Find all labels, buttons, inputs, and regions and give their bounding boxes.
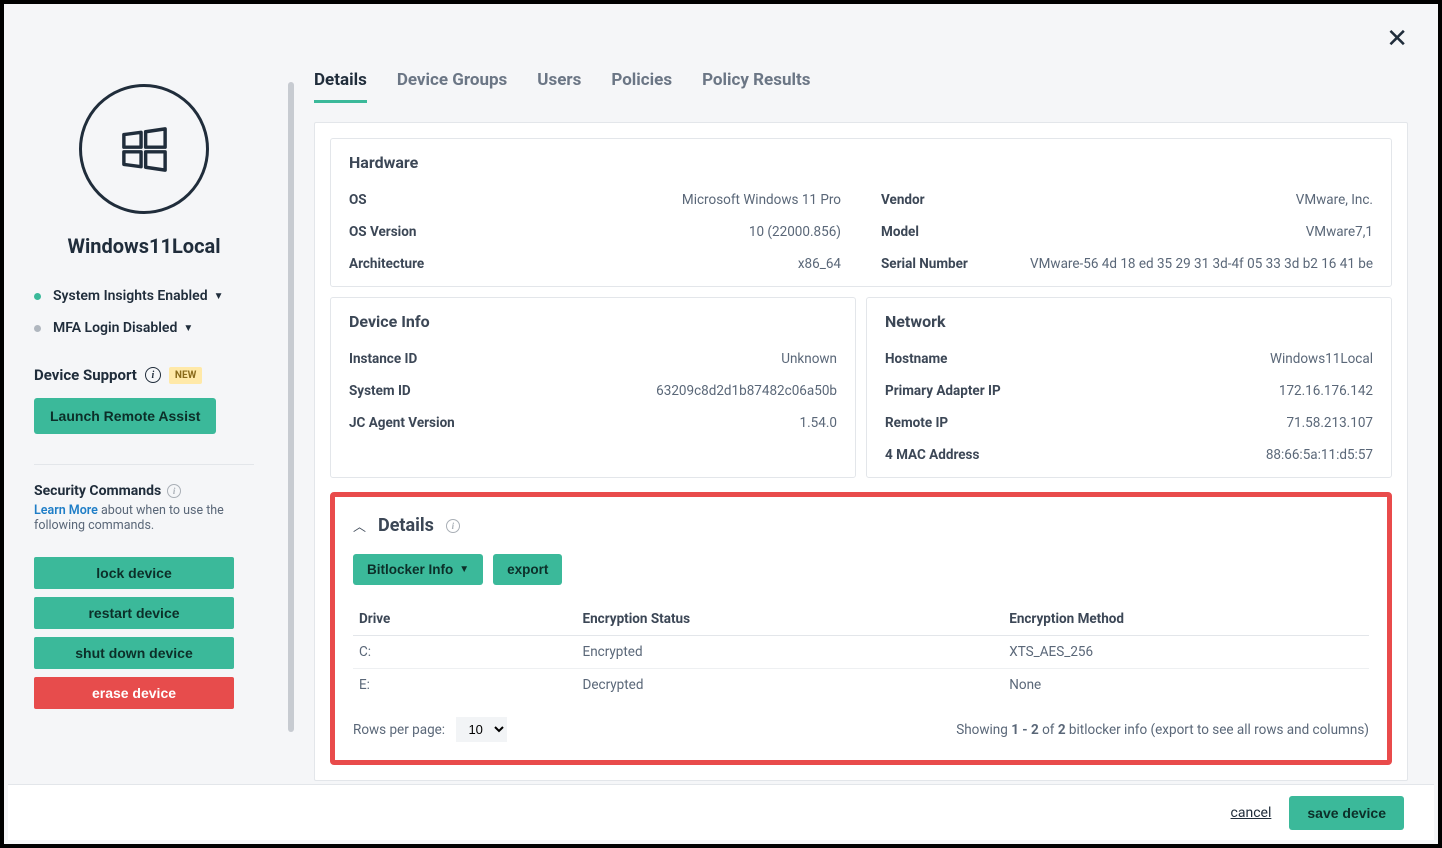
- restart-device-button[interactable]: restart device: [34, 597, 234, 629]
- launch-remote-assist-button[interactable]: Launch Remote Assist: [34, 398, 216, 434]
- lock-device-button[interactable]: lock device: [34, 557, 234, 589]
- card-title: Network: [885, 312, 1373, 331]
- chevron-down-icon: ▼: [214, 291, 224, 302]
- cancel-link[interactable]: cancel: [1231, 805, 1272, 821]
- details-title: Details: [378, 515, 434, 536]
- chevron-down-icon: ▼: [183, 323, 193, 334]
- chevron-down-icon: ▼: [459, 564, 469, 575]
- bitlocker-table: Drive Encryption Status Encryption Metho…: [353, 603, 1369, 701]
- col-drive: Drive: [353, 603, 577, 636]
- hardware-card: Hardware OSMicrosoft Windows 11 Pro OS V…: [330, 138, 1392, 287]
- kv-row: ModelVMware7,1: [881, 216, 1373, 248]
- scrollbar-thumb[interactable]: [288, 82, 294, 732]
- tab-policies[interactable]: Policies: [611, 70, 672, 103]
- info-icon[interactable]: i: [446, 519, 460, 533]
- main-content: Details Device Groups Users Policies Pol…: [314, 70, 1408, 781]
- bitlocker-info-dropdown[interactable]: Bitlocker Info ▼: [353, 554, 483, 585]
- kv-row: Serial NumberVMware-56 4d 18 ed 35 29 31…: [881, 248, 1373, 272]
- device-support-label: Device Support: [34, 366, 137, 384]
- status-dot-icon: [34, 293, 41, 300]
- col-encryption-method: Encryption Method: [1003, 603, 1369, 636]
- rows-per-page: Rows per page: 10: [353, 717, 507, 742]
- kv-row: Remote IP71.58.213.107: [885, 407, 1373, 439]
- info-icon[interactable]: i: [167, 484, 181, 498]
- footer-bar: cancel save device: [8, 784, 1434, 840]
- tab-details[interactable]: Details: [314, 70, 367, 103]
- sidebar: Windows11Local System Insights Enabled ▼…: [34, 84, 254, 717]
- chevron-up-icon[interactable]: ︿: [353, 516, 366, 535]
- save-device-button[interactable]: save device: [1289, 796, 1404, 830]
- card-title: Device Info: [349, 312, 837, 331]
- windows-device-icon: [79, 84, 209, 214]
- new-badge: NEW: [169, 367, 202, 384]
- table-row: E: Decrypted None: [353, 669, 1369, 702]
- info-icon[interactable]: i: [145, 367, 161, 383]
- kv-row: Instance IDUnknown: [349, 343, 837, 375]
- device-name: Windows11Local: [34, 234, 254, 258]
- kv-row: Primary Adapter IP172.16.176.142: [885, 375, 1373, 407]
- system-insights-status[interactable]: System Insights Enabled ▼: [34, 288, 254, 304]
- network-card: Network HostnameWindows11Local Primary A…: [866, 297, 1392, 478]
- tab-users[interactable]: Users: [537, 70, 581, 103]
- card-title: Hardware: [349, 153, 1373, 172]
- learn-more-link[interactable]: Learn More: [34, 503, 98, 518]
- status-label: MFA Login Disabled: [53, 320, 177, 336]
- erase-device-button[interactable]: erase device: [34, 677, 234, 709]
- mfa-login-status[interactable]: MFA Login Disabled ▼: [34, 320, 254, 336]
- export-button[interactable]: export: [493, 554, 562, 585]
- table-row: C: Encrypted XTS_AES_256: [353, 636, 1369, 669]
- kv-row: Architecturex86_64: [349, 248, 841, 272]
- details-panel: ︿ Details i Bitlocker Info ▼ export Driv…: [330, 492, 1392, 765]
- security-commands-desc: Learn More about when to use the followi…: [34, 503, 254, 533]
- rows-per-page-select[interactable]: 10: [456, 717, 507, 742]
- kv-row: System ID63209c8d2d1b87482c06a50b: [349, 375, 837, 407]
- tab-bar: Details Device Groups Users Policies Pol…: [314, 70, 1408, 104]
- shut-down-device-button[interactable]: shut down device: [34, 637, 234, 669]
- security-commands-title: Security Commands: [34, 483, 161, 499]
- kv-row: 4 MAC Address88:66:5a:11:d5:57: [885, 439, 1373, 463]
- close-icon[interactable]: ✕: [1386, 26, 1408, 52]
- status-label: System Insights Enabled: [53, 288, 208, 304]
- status-dot-icon: [34, 325, 41, 332]
- kv-row: OS Version10 (22000.856): [349, 216, 841, 248]
- kv-row: OSMicrosoft Windows 11 Pro: [349, 184, 841, 216]
- device-info-card: Device Info Instance IDUnknown System ID…: [330, 297, 856, 478]
- content-wrap: Hardware OSMicrosoft Windows 11 Pro OS V…: [314, 122, 1408, 781]
- kv-row: VendorVMware, Inc.: [881, 184, 1373, 216]
- tab-device-groups[interactable]: Device Groups: [397, 70, 507, 103]
- col-encryption-status: Encryption Status: [577, 603, 1004, 636]
- kv-row: HostnameWindows11Local: [885, 343, 1373, 375]
- tab-policy-results[interactable]: Policy Results: [702, 70, 810, 103]
- showing-text: Showing 1 - 2 of 2 bitlocker info (expor…: [956, 722, 1369, 738]
- kv-row: JC Agent Version1.54.0: [349, 407, 837, 431]
